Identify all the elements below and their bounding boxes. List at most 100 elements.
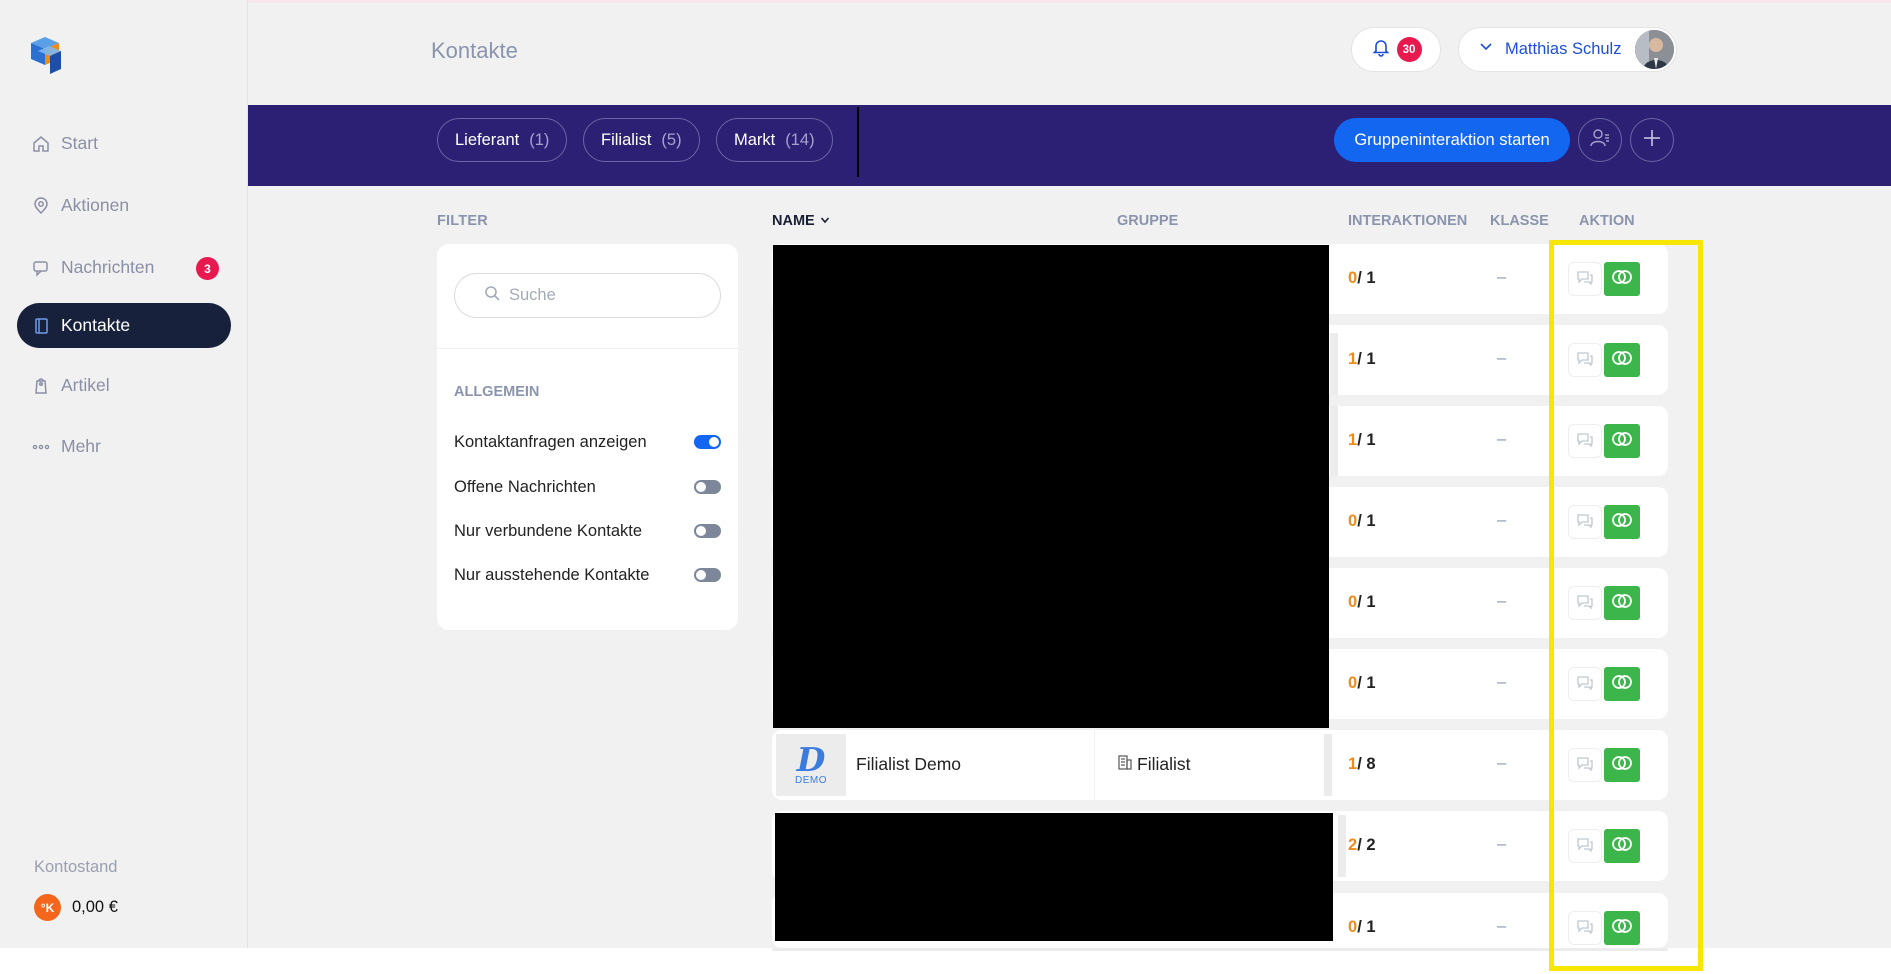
row-actions: [1568, 424, 1640, 458]
interactions-total: / 1: [1357, 593, 1376, 611]
class-cell: –: [1497, 511, 1507, 529]
connect-button[interactable]: [1604, 829, 1640, 863]
toggle-label: Kontaktanfragen anzeigen: [454, 432, 647, 451]
search-icon: [484, 285, 500, 306]
filter-panel: ALLGEMEIN Kontaktanfragen anzeigen Offen…: [437, 244, 738, 630]
sidebar-item-label: Mehr: [61, 436, 101, 456]
column-header-name[interactable]: NAME: [772, 213, 830, 229]
row-actions: [1568, 667, 1640, 701]
interactions-total: / 2: [1357, 836, 1376, 854]
connect-button[interactable]: [1604, 505, 1640, 539]
chevron-down-icon: [1479, 40, 1493, 59]
search-input[interactable]: [509, 286, 709, 305]
toggle-kontaktanfragen[interactable]: [694, 435, 721, 449]
toggle-verbundene-kontakte[interactable]: [694, 524, 721, 538]
chat-button[interactable]: [1568, 343, 1602, 377]
sidebar-item-artikel[interactable]: Artikel: [17, 363, 231, 408]
app-logo[interactable]: [27, 35, 65, 75]
group-chip-markt[interactable]: Markt (14): [716, 118, 833, 162]
start-group-interaction-button[interactable]: Gruppeninteraktion starten: [1334, 118, 1570, 162]
interactions-total: / 1: [1357, 674, 1376, 692]
connect-rings-icon: [1611, 674, 1633, 695]
notifications-button[interactable]: 30: [1351, 27, 1441, 72]
column-header-klasse[interactable]: KLASSE: [1490, 213, 1549, 229]
row-actions: [1568, 748, 1640, 782]
divider: [772, 948, 1668, 951]
add-contact-person-button[interactable]: [1578, 118, 1622, 162]
chat-bubbles-icon: [1576, 512, 1594, 533]
chat-button[interactable]: [1568, 586, 1602, 620]
chat-bubbles-icon: [1576, 674, 1594, 695]
coin-icon: °K: [34, 894, 61, 921]
interactions-open: 1: [1348, 431, 1358, 449]
interactions-cell: 0/ 1: [1348, 512, 1376, 531]
user-list-icon: [1589, 127, 1611, 154]
connect-rings-icon: [1611, 593, 1633, 614]
interactions-cell: 2/ 2: [1348, 836, 1376, 855]
column-header-interaktionen[interactable]: INTERAKTIONEN: [1348, 213, 1467, 229]
group-chip-lieferant[interactable]: Lieferant (1): [437, 118, 568, 162]
interactions-total: / 1: [1357, 269, 1376, 287]
tag-icon: [31, 376, 51, 396]
interactions-open: 0: [1348, 918, 1358, 936]
connect-rings-icon: [1611, 836, 1633, 857]
connect-rings-icon: [1611, 512, 1633, 533]
page-title: Kontakte: [431, 38, 518, 63]
chat-button[interactable]: [1568, 667, 1602, 701]
user-menu-button[interactable]: Matthias Schulz: [1458, 27, 1677, 72]
top-accent-line: [0, 0, 1891, 3]
connect-button[interactable]: [1604, 262, 1640, 296]
contact-logo: D DEMO: [776, 734, 846, 796]
row-actions: [1568, 262, 1640, 296]
interactions-cell: 0/ 1: [1348, 593, 1376, 612]
connect-button[interactable]: [1604, 424, 1640, 458]
connect-button[interactable]: [1604, 667, 1640, 701]
class-cell: –: [1497, 592, 1507, 610]
chat-button[interactable]: [1568, 424, 1602, 458]
redacted-area: [773, 245, 1329, 728]
chat-bubbles-icon: [1576, 836, 1594, 857]
connect-button[interactable]: [1604, 586, 1640, 620]
group-label: Filialist: [1137, 754, 1191, 774]
chat-button[interactable]: [1568, 748, 1602, 782]
chat-button[interactable]: [1568, 262, 1602, 296]
connect-button[interactable]: [1604, 911, 1640, 945]
table-row[interactable]: D DEMO Filialist Demo Filialist 1/ 8 –: [772, 730, 1668, 800]
interactions-open: 1: [1348, 755, 1358, 773]
search-field[interactable]: [454, 273, 721, 318]
chat-bubbles-icon: [1576, 269, 1594, 290]
interactions-open: 0: [1348, 674, 1358, 692]
toggle-row: Offene Nachrichten: [454, 475, 721, 499]
filter-title: FILTER: [437, 213, 488, 229]
chip-count: (5): [661, 130, 682, 149]
interactions-total: / 1: [1357, 918, 1376, 936]
sidebar-item-label: Start: [61, 133, 98, 153]
column-header-aktion: AKTION: [1579, 213, 1635, 229]
add-button[interactable]: [1630, 118, 1674, 162]
toggle-ausstehende-kontakte[interactable]: [694, 568, 721, 582]
notifications-count: 30: [1396, 37, 1422, 62]
toggle-offene-nachrichten[interactable]: [694, 480, 721, 494]
group-chip-filialist[interactable]: Filialist (5): [583, 118, 700, 162]
contact-name: Filialist Demo: [856, 754, 962, 774]
sidebar-item-label: Nachrichten: [61, 257, 155, 277]
avatar[interactable]: [1635, 30, 1674, 69]
chat-button[interactable]: [1568, 829, 1602, 863]
sidebar-item-aktionen[interactable]: Aktionen: [17, 183, 231, 228]
sidebar-item-nachrichten[interactable]: Nachrichten 3: [17, 245, 231, 290]
balance-label: Kontostand: [34, 858, 118, 876]
sidebar-item-kontakte[interactable]: Kontakte: [17, 303, 231, 348]
balance-value: 0,00 €: [72, 898, 118, 916]
connect-rings-icon: [1611, 431, 1633, 452]
sidebar-item-mehr[interactable]: Mehr: [17, 424, 231, 469]
connect-button[interactable]: [1604, 343, 1640, 377]
toggle-row: Kontaktanfragen anzeigen: [454, 430, 721, 454]
chat-button[interactable]: [1568, 505, 1602, 539]
sidebar-item-label: Aktionen: [61, 195, 130, 215]
column-header-gruppe[interactable]: GRUPPE: [1117, 213, 1178, 229]
chat-icon: [31, 258, 51, 278]
connect-button[interactable]: [1604, 748, 1640, 782]
user-name: Matthias Schulz: [1505, 40, 1622, 58]
chat-button[interactable]: [1568, 911, 1602, 945]
sidebar-item-start[interactable]: Start: [17, 121, 231, 166]
